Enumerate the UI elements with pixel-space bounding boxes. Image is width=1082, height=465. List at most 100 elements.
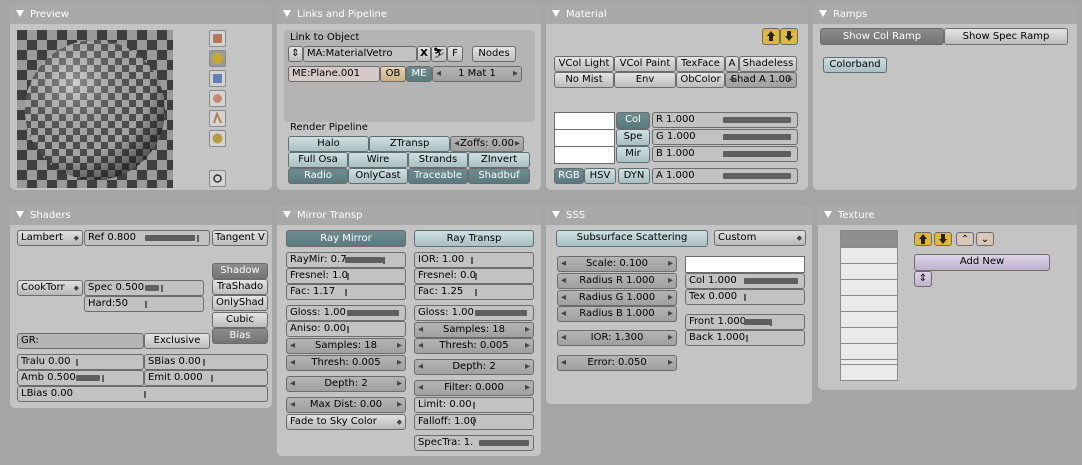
texture-channel-slot[interactable] bbox=[840, 364, 898, 381]
onlycast-button[interactable]: OnlyCast bbox=[348, 168, 408, 184]
spec-shader-dropdown[interactable]: CookTorr bbox=[17, 280, 83, 296]
filter-stepper[interactable]: Filter: 0.000 bbox=[414, 380, 534, 396]
collapse-triangle-icon[interactable] bbox=[283, 10, 291, 17]
ramp-picker-spec-button[interactable]: Show Spec Ramp bbox=[944, 28, 1068, 45]
fresnel-mir-slider[interactable]: Fresnel: 1.0 bbox=[286, 268, 406, 284]
collapse-triangle-icon[interactable] bbox=[552, 10, 560, 17]
spe-button[interactable]: Spe bbox=[616, 129, 650, 146]
texface-button[interactable]: TexFace bbox=[676, 56, 725, 72]
traceable-button[interactable]: Traceable bbox=[408, 168, 468, 184]
collapse-triangle-icon[interactable] bbox=[819, 10, 827, 17]
emit-slider[interactable]: Emit 0.000 bbox=[144, 370, 268, 386]
samples-mir-stepper[interactable]: Samples: 18 bbox=[286, 338, 406, 354]
shadow-button[interactable]: Shadow bbox=[212, 263, 268, 279]
fade-to-sky-dropdown[interactable]: Fade to Sky Color bbox=[286, 414, 406, 430]
halo-button[interactable]: Halo bbox=[288, 136, 369, 152]
strands-button[interactable]: Strands bbox=[408, 152, 468, 168]
rgb-button[interactable]: RGB bbox=[554, 168, 584, 184]
fake-user-icon[interactable]: ⛷ bbox=[431, 46, 447, 62]
nodes-button[interactable]: Nodes bbox=[472, 46, 516, 62]
texture-channel-slot[interactable] bbox=[840, 295, 898, 312]
monkey-icon[interactable] bbox=[209, 90, 226, 107]
b-slider[interactable]: B 1.000 bbox=[652, 146, 798, 162]
hard-slider[interactable]: Hard:50 bbox=[84, 296, 204, 312]
material-browse-button[interactable]: ⇕ bbox=[288, 46, 303, 62]
sphere-icon[interactable] bbox=[209, 50, 226, 67]
plane-icon[interactable] bbox=[209, 30, 226, 47]
radius-b-stepper[interactable]: Radius B 1.000 bbox=[557, 306, 677, 322]
ob-link-button[interactable]: OB bbox=[380, 66, 406, 82]
spectra-slider[interactable]: SpecTra: 1. bbox=[414, 435, 534, 451]
paste-texture-icon[interactable] bbox=[934, 232, 952, 246]
cubic-button[interactable]: Cubic bbox=[212, 312, 268, 328]
env-button[interactable]: Env bbox=[614, 72, 676, 88]
add-new-texture-button[interactable]: Add New bbox=[914, 254, 1050, 271]
ramp-picker-col-button[interactable]: Show Col Ramp bbox=[820, 28, 944, 45]
scale-stepper[interactable]: Scale: 0.100 bbox=[557, 256, 677, 272]
depth-tra-stepper[interactable]: Depth: 2 bbox=[414, 359, 534, 375]
texture-channel-slot[interactable] bbox=[840, 279, 898, 296]
texture-channel-slot[interactable] bbox=[840, 263, 898, 280]
shad-alpha-field[interactable]: Shad A 1.00 bbox=[725, 72, 797, 88]
collapse-triangle-icon[interactable] bbox=[552, 211, 560, 218]
cube-icon[interactable] bbox=[209, 70, 226, 87]
sss-header[interactable]: SSS bbox=[546, 206, 812, 225]
ior-slider[interactable]: IOR: 1.00 bbox=[414, 252, 534, 268]
wire-button[interactable]: Wire bbox=[348, 152, 408, 168]
texture-channel-slot[interactable] bbox=[840, 343, 898, 360]
no-mist-button[interactable]: No Mist bbox=[554, 72, 614, 88]
max-dist-stepper[interactable]: Max Dist: 0.00 bbox=[286, 397, 406, 413]
zinvert-button[interactable]: ZInvert bbox=[468, 152, 530, 168]
radius-r-stepper[interactable]: Radius R 1.000 bbox=[557, 273, 677, 289]
onlyshad-button[interactable]: OnlyShad bbox=[212, 295, 268, 311]
copy-texture-icon[interactable] bbox=[914, 232, 932, 246]
error-stepper[interactable]: Error: 0.050 bbox=[557, 355, 677, 371]
limit-slider[interactable]: Limit: 0.00 bbox=[414, 397, 534, 413]
alpha-slider[interactable]: A 1.000 bbox=[652, 168, 798, 184]
amb-slider[interactable]: Amb 0.500 bbox=[17, 370, 144, 386]
move-up-icon[interactable]: ⌃ bbox=[956, 232, 974, 246]
ref-slider[interactable]: Ref 0.800 bbox=[84, 230, 210, 246]
paste-material-icon[interactable] bbox=[780, 28, 798, 45]
vcol-light-button[interactable]: VCol Light bbox=[554, 56, 614, 72]
fac-tra-slider[interactable]: Fac: 1.25 bbox=[414, 284, 534, 300]
hair-icon[interactable] bbox=[209, 110, 226, 127]
move-down-icon[interactable]: ⌄ bbox=[976, 232, 994, 246]
sss-col-slider[interactable]: Col 1.000 bbox=[685, 273, 805, 289]
samples-tra-stepper[interactable]: Samples: 18 bbox=[414, 322, 534, 338]
fac-mir-slider[interactable]: Fac: 1.17 bbox=[286, 284, 406, 300]
shaders-header[interactable]: Shaders bbox=[10, 206, 272, 225]
zoffs-field[interactable]: Zoffs: 0.00 bbox=[450, 136, 524, 152]
texture-channel-slot[interactable] bbox=[840, 327, 898, 344]
trashado-button[interactable]: TraShado bbox=[212, 279, 268, 295]
texture-browse-button[interactable]: ⇕ bbox=[914, 271, 932, 287]
me-link-button[interactable]: ME bbox=[406, 66, 432, 82]
radius-g-stepper[interactable]: Radius G 1.000 bbox=[557, 290, 677, 306]
raymir-slider[interactable]: RayMir: 0.7 bbox=[286, 252, 406, 268]
full-osa-button[interactable]: Full Osa bbox=[288, 152, 348, 168]
colorband-button[interactable]: Colorband bbox=[823, 57, 887, 73]
sss-color-swatch[interactable] bbox=[685, 256, 805, 273]
gloss-mir-slider[interactable]: Gloss: 1.00 bbox=[286, 305, 406, 321]
collapse-triangle-icon[interactable] bbox=[824, 211, 832, 218]
collapse-triangle-icon[interactable] bbox=[283, 211, 291, 218]
lbias-slider[interactable]: LBias 0.00 bbox=[17, 386, 268, 402]
copy-material-icon[interactable] bbox=[762, 28, 780, 45]
ramps-header[interactable]: Ramps bbox=[813, 5, 1077, 24]
diffuse-shader-dropdown[interactable]: Lambert bbox=[17, 230, 83, 246]
front-slider[interactable]: Front 1.000 bbox=[685, 314, 805, 330]
sbias-slider[interactable]: SBias 0.00 bbox=[144, 354, 268, 370]
hsv-button[interactable]: HSV bbox=[584, 168, 616, 184]
col-button[interactable]: Col bbox=[616, 112, 650, 129]
r-slider[interactable]: R 1.000 bbox=[652, 112, 798, 128]
ztransp-button[interactable]: ZTransp bbox=[369, 136, 450, 152]
gloss-tra-slider[interactable]: Gloss: 1.00 bbox=[414, 305, 534, 321]
collapse-triangle-icon[interactable] bbox=[16, 211, 24, 218]
bias-button[interactable]: Bias bbox=[212, 328, 268, 344]
ray-transp-button[interactable]: Ray Transp bbox=[414, 230, 534, 247]
fake-user-button[interactable]: F bbox=[447, 46, 463, 62]
tangent-v-button[interactable]: Tangent V bbox=[212, 230, 268, 246]
col-swatch[interactable] bbox=[554, 112, 615, 130]
sss-ior-stepper[interactable]: IOR: 1.300 bbox=[557, 330, 677, 346]
texture-header[interactable]: Texture bbox=[818, 206, 1077, 225]
